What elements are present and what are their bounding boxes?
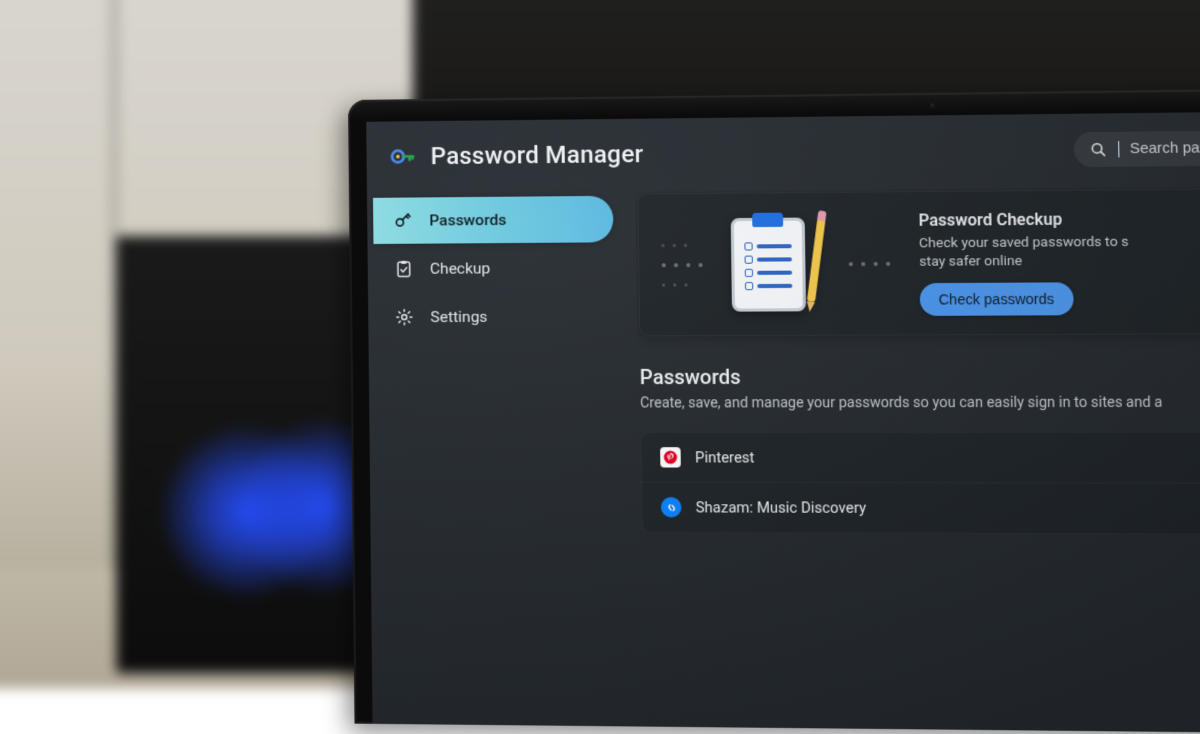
search-input[interactable] <box>1130 139 1200 158</box>
password-list: Pinterest Shazam: Music Discovery <box>640 432 1200 535</box>
gear-icon <box>394 307 414 327</box>
sidebar-item-label: Settings <box>430 308 487 326</box>
sidebar-item-settings[interactable]: Settings <box>374 293 615 340</box>
pencil-icon <box>807 218 826 302</box>
app-window: Password Manager <box>366 110 1200 734</box>
password-row-label: Pinterest <box>695 449 755 466</box>
key-icon <box>393 211 413 231</box>
checkup-text: Password Checkup Check your saved passwo… <box>918 209 1129 317</box>
password-checkup-card: Password Checkup Check your saved passwo… <box>637 187 1200 337</box>
clipboard-icon <box>731 217 806 311</box>
app-header: Password Manager <box>366 110 1200 194</box>
webcam-dot <box>928 101 936 109</box>
password-row-shazam[interactable]: Shazam: Music Discovery <box>642 483 1200 534</box>
sidebar-item-label: Checkup <box>430 259 491 277</box>
clipboard-check-icon <box>394 259 414 279</box>
sidebar-item-label: Passwords <box>429 211 506 230</box>
shazam-icon <box>661 497 682 517</box>
search-icon <box>1089 140 1108 159</box>
password-row-pinterest[interactable]: Pinterest <box>642 433 1200 484</box>
passwords-subtext: Create, save, and manage your passwords … <box>640 395 1200 412</box>
passwords-heading: Passwords <box>640 363 1200 389</box>
app-title: Password Manager <box>430 140 643 170</box>
checkup-title: Password Checkup <box>918 209 1128 230</box>
sidebar-item-passwords[interactable]: Passwords <box>373 196 614 244</box>
checkup-description: Check your saved passwords to s stay saf… <box>919 233 1129 272</box>
main-content: Password Checkup Check your saved passwo… <box>635 185 1200 734</box>
checkup-illustration <box>731 217 821 311</box>
password-row-label: Shazam: Music Discovery <box>696 499 867 517</box>
check-passwords-button[interactable]: Check passwords <box>920 283 1074 317</box>
pinterest-icon <box>660 448 681 468</box>
decorative-dots-right <box>849 262 891 266</box>
decorative-dots-left <box>661 243 702 286</box>
laptop-screen: Password Manager <box>348 87 1200 734</box>
sidebar-item-checkup[interactable]: Checkup <box>374 244 615 292</box>
brand: Password Manager <box>388 140 643 171</box>
laptop-bezel: Password Manager <box>348 87 1200 734</box>
text-caret <box>1118 141 1119 157</box>
key-logo-icon <box>388 142 416 170</box>
sidebar: Passwords Checkup Settings <box>373 192 628 727</box>
search-box[interactable] <box>1074 129 1200 167</box>
